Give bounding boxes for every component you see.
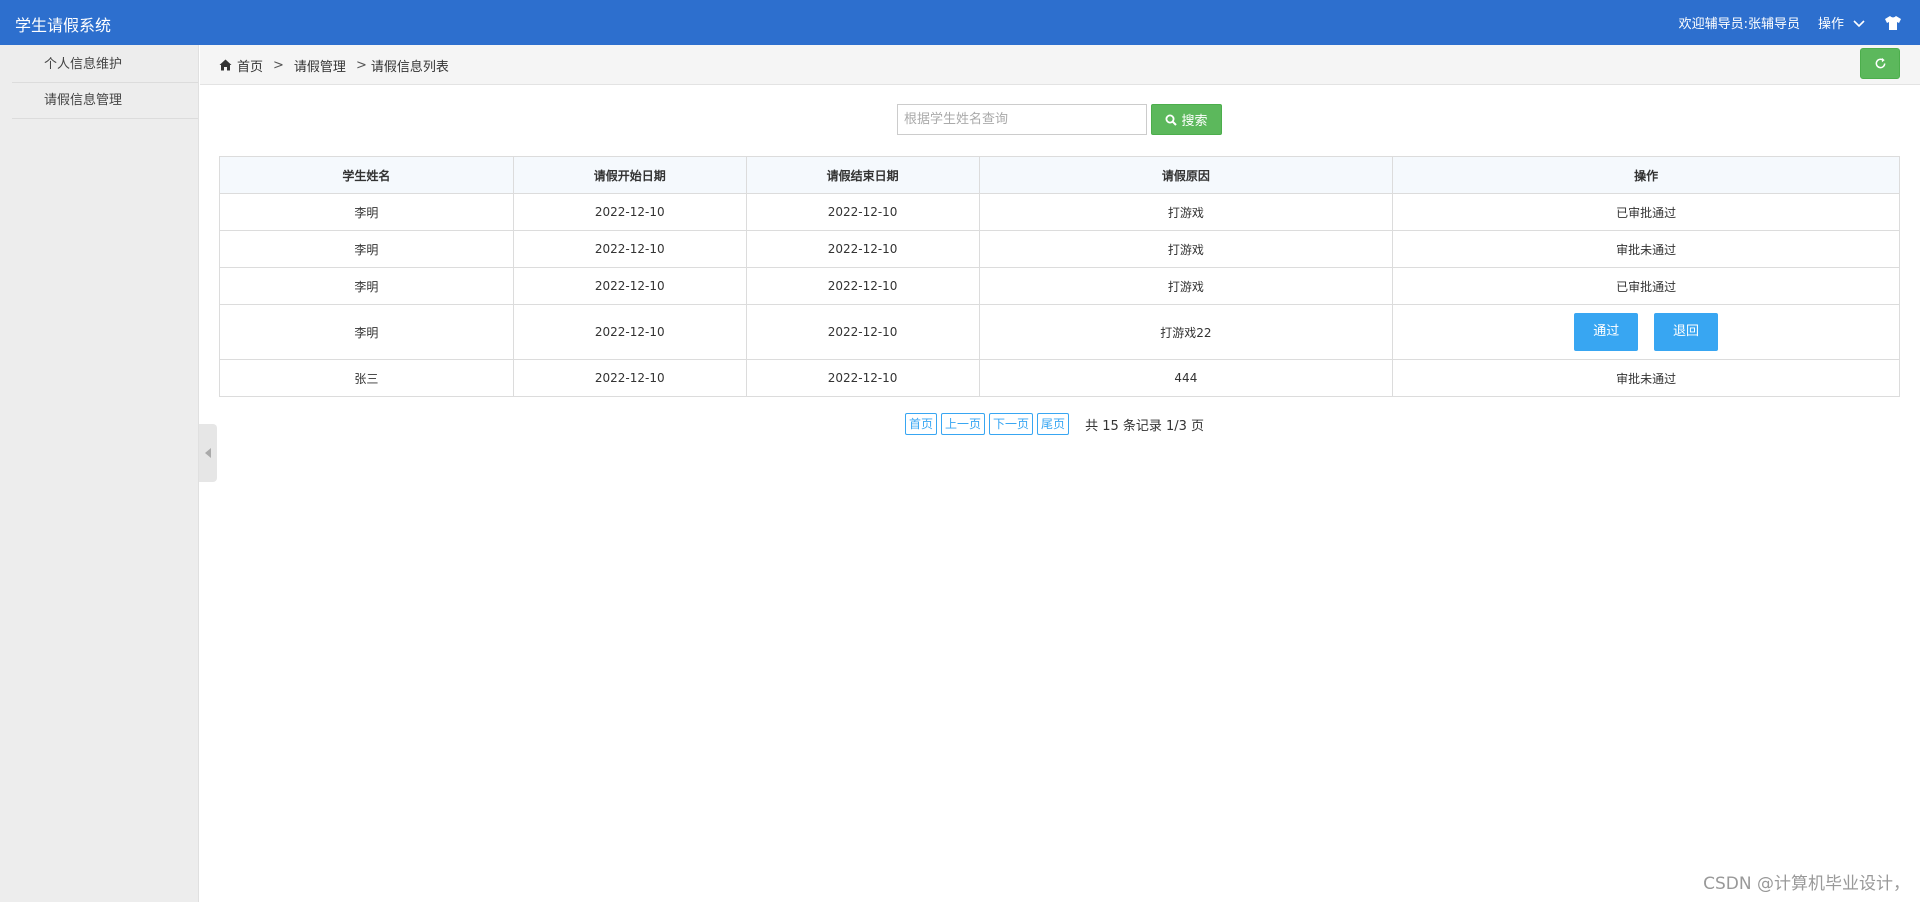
header-student-name: 学生姓名 — [219, 156, 514, 194]
refresh-button[interactable] — [1860, 48, 1900, 79]
prev-page-button[interactable]: 上一页 — [941, 413, 986, 435]
cell-end-date: 2022-12-10 — [745, 230, 980, 268]
reject-button[interactable]: 退回 — [1654, 313, 1719, 351]
approve-button[interactable]: 通过 — [1574, 313, 1639, 351]
table-header-row: 学生姓名 请假开始日期 请假结束日期 请假原因 操作 — [219, 156, 1900, 194]
cell-end-date: 2022-12-10 — [745, 304, 980, 360]
cell-status: 已审批通过 — [1392, 267, 1900, 305]
chevron-down-icon — [1853, 19, 1865, 27]
header-start-date: 请假开始日期 — [512, 156, 747, 194]
cell-reason: 打游戏 — [978, 267, 1394, 305]
pagination-info: 共 15 条记录 1/3 页 — [1085, 418, 1205, 434]
cell-start-date: 2022-12-10 — [512, 230, 747, 268]
skin-theme-icon[interactable] — [1884, 15, 1902, 31]
breadcrumb-home[interactable]: 首页 — [237, 56, 263, 75]
cell-student-name: 李明 — [219, 267, 514, 305]
search-icon — [1165, 114, 1178, 126]
cell-reason: 打游戏 — [978, 193, 1394, 231]
breadcrumb-bar: 首页 > 请假管理 > 请假信息列表 — [200, 45, 1920, 85]
header-actions: 操作 — [1392, 156, 1900, 194]
cell-student-name: 张三 — [219, 359, 514, 397]
cell-reason: 444 — [978, 359, 1394, 397]
table-row: 李明 2022-12-10 2022-12-10 打游戏22 通过 退回 — [219, 304, 1900, 360]
table-row: 李明 2022-12-10 2022-12-10 打游戏 审批未通过 — [219, 230, 1900, 268]
table-row: 李明 2022-12-10 2022-12-10 打游戏 已审批通过 — [219, 193, 1900, 231]
top-bar: 学生请假系统 欢迎辅导员:张辅导员 操作 — [0, 0, 1920, 45]
watermark: CSDN @计算机毕业设计， — [1703, 874, 1910, 894]
sidebar-item-leave-management[interactable]: 请假信息管理 — [12, 83, 198, 119]
operations-label: 操作 — [1817, 17, 1844, 32]
cell-end-date: 2022-12-10 — [745, 193, 980, 231]
breadcrumb: 首页 > 请假管理 > 请假信息列表 — [219, 45, 449, 85]
cell-start-date: 2022-12-10 — [512, 359, 747, 397]
cell-end-date: 2022-12-10 — [745, 359, 980, 397]
first-page-button[interactable]: 首页 — [905, 413, 938, 435]
next-page-button[interactable]: 下一页 — [989, 413, 1034, 435]
cell-status: 已审批通过 — [1392, 193, 1900, 231]
cell-start-date: 2022-12-10 — [512, 193, 747, 231]
header-reason: 请假原因 — [978, 156, 1394, 194]
top-right-area: 欢迎辅导员:张辅导员 操作 — [1679, 0, 1902, 45]
search-button-label: 搜索 — [1181, 114, 1208, 129]
cell-student-name: 李明 — [219, 230, 514, 268]
chevron-left-icon — [205, 448, 211, 458]
cell-status: 审批未通过 — [1392, 359, 1900, 397]
leave-table: 学生姓名 请假开始日期 请假结束日期 请假原因 操作 李明 2022-12-10… — [219, 156, 1900, 397]
breadcrumb-current: 请假信息列表 — [370, 59, 449, 75]
breadcrumb-leave-management[interactable]: 请假管理 — [294, 56, 346, 75]
sidebar-collapse-toggle[interactable] — [199, 424, 217, 482]
last-page-button[interactable]: 尾页 — [1037, 413, 1070, 435]
search-input[interactable] — [897, 104, 1147, 135]
refresh-icon — [1875, 57, 1885, 69]
operations-menu[interactable]: 操作 — [1818, 13, 1866, 32]
pagination: 首页 上一页 下一页 尾页 共 15 条记录 1/3 页 — [905, 413, 1204, 435]
cell-status: 审批未通过 — [1392, 230, 1900, 268]
cell-reason: 打游戏 — [978, 230, 1394, 268]
header-end-date: 请假结束日期 — [745, 156, 980, 194]
sidebar: 个人信息维护 请假信息管理 — [0, 45, 199, 902]
search-button[interactable]: 搜索 — [1151, 104, 1222, 135]
breadcrumb-separator: > — [273, 57, 284, 73]
app-title: 学生请假系统 — [15, 16, 112, 35]
cell-student-name: 李明 — [219, 304, 514, 360]
search-row: 搜索 — [897, 104, 1222, 135]
table-row: 李明 2022-12-10 2022-12-10 打游戏 已审批通过 — [219, 267, 1900, 305]
cell-reason: 打游戏22 — [978, 304, 1394, 360]
home-icon — [219, 59, 232, 71]
cell-end-date: 2022-12-10 — [745, 267, 980, 305]
breadcrumb-separator: > — [355, 57, 367, 73]
sidebar-item-profile[interactable]: 个人信息维护 — [12, 47, 198, 83]
cell-start-date: 2022-12-10 — [512, 304, 747, 360]
cell-start-date: 2022-12-10 — [512, 267, 747, 305]
welcome-text: 欢迎辅导员:张辅导员 — [1678, 17, 1800, 32]
cell-actions: 通过 退回 — [1392, 304, 1900, 360]
cell-student-name: 李明 — [219, 193, 514, 231]
table-row: 张三 2022-12-10 2022-12-10 444 审批未通过 — [219, 359, 1900, 397]
